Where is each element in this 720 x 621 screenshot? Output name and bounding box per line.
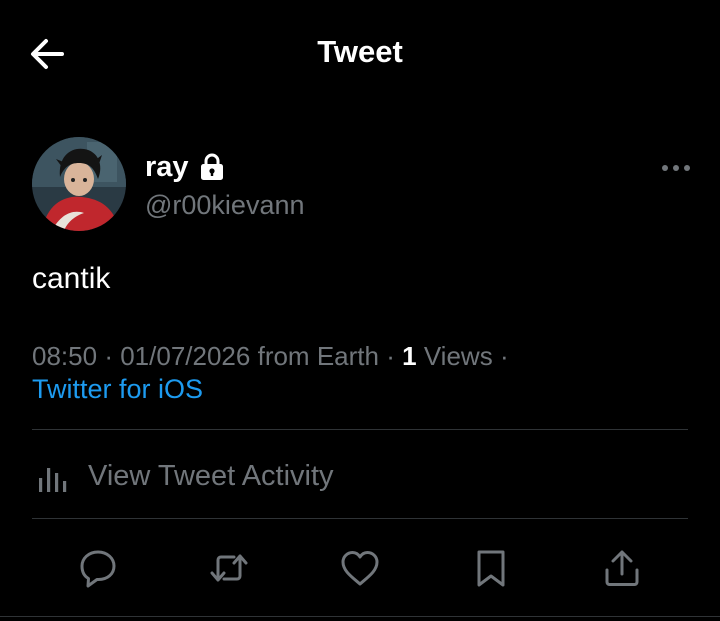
avatar[interactable]	[32, 137, 126, 231]
more-horizontal-icon	[662, 165, 690, 171]
view-tweet-activity-label: View Tweet Activity	[88, 459, 334, 492]
tweet-time: 08:50	[32, 341, 98, 371]
reply-icon	[80, 550, 116, 588]
meta-separator: ·	[386, 341, 395, 371]
views-count: 1	[402, 341, 417, 371]
divider	[32, 429, 688, 430]
bookmark-button[interactable]	[469, 546, 513, 590]
share-button[interactable]	[600, 546, 644, 590]
tweet-location: from Earth	[257, 341, 379, 371]
view-tweet-activity-button[interactable]: View Tweet Activity	[32, 448, 688, 504]
lock-icon	[199, 153, 225, 181]
tweet-text: cantik	[32, 262, 111, 295]
meta-separator: ·	[104, 341, 113, 371]
author-handle[interactable]: @r00kievann	[145, 190, 305, 221]
author-name-row[interactable]: ray	[145, 147, 225, 187]
display-name[interactable]: ray	[145, 151, 189, 184]
avatar-image	[32, 137, 126, 231]
share-icon	[605, 550, 639, 586]
page-title: Tweet	[317, 34, 403, 69]
analytics-icon	[32, 456, 74, 496]
tweet-date: 01/07/2026	[120, 341, 251, 371]
like-button[interactable]	[338, 546, 382, 590]
top-bar: Tweet	[0, 0, 720, 110]
action-bar	[32, 540, 688, 596]
more-options-button[interactable]	[656, 155, 696, 181]
bookmark-icon	[477, 550, 505, 587]
source-link[interactable]: Twitter for iOS	[32, 374, 203, 405]
views-label: Views	[423, 341, 493, 371]
reply-button[interactable]	[76, 546, 120, 590]
divider	[0, 616, 720, 617]
meta-separator: ·	[499, 341, 509, 371]
retweet-button[interactable]	[207, 546, 251, 590]
divider	[32, 518, 688, 519]
heart-icon	[341, 551, 379, 586]
retweet-icon	[210, 554, 248, 582]
tweet-meta: 08:50 · 01/07/2026 from Earth · 1 Views …	[32, 341, 509, 372]
